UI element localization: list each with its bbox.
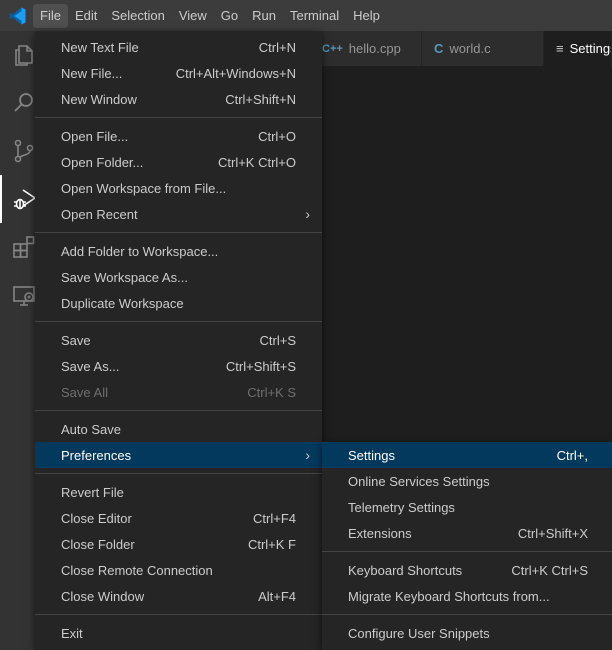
menu-selection[interactable]: Selection bbox=[104, 4, 171, 28]
menu-separator bbox=[35, 117, 322, 118]
tab-settings[interactable]: ≡ Settings bbox=[544, 31, 612, 66]
menu-item-open-folder[interactable]: Open Folder... Ctrl+K Ctrl+O bbox=[35, 149, 322, 175]
menu-item-close-remote-connection[interactable]: Close Remote Connection bbox=[35, 557, 322, 583]
tab-world-c[interactable]: C world.c bbox=[422, 31, 544, 66]
menu-separator bbox=[35, 321, 322, 322]
menu-item-close-window[interactable]: Close Window Alt+F4 bbox=[35, 583, 322, 609]
menu-terminal[interactable]: Terminal bbox=[283, 4, 346, 28]
menu-separator bbox=[35, 410, 322, 411]
menu-go[interactable]: Go bbox=[214, 4, 245, 28]
preferences-submenu: Settings Ctrl+, Online Services Settings… bbox=[322, 442, 612, 650]
settings-file-icon: ≡ bbox=[556, 41, 564, 56]
menu-item-keyboard-shortcuts[interactable]: Keyboard Shortcuts Ctrl+K Ctrl+S bbox=[322, 557, 612, 583]
menu-file[interactable]: File bbox=[33, 4, 68, 28]
tab-label: Settings bbox=[569, 41, 612, 56]
vscode-logo-icon[interactable] bbox=[7, 6, 27, 26]
menu-help[interactable]: Help bbox=[346, 4, 387, 28]
file-menu: New Text File Ctrl+N New File... Ctrl+Al… bbox=[35, 31, 322, 650]
cpp-file-icon: C++ bbox=[322, 42, 343, 55]
menu-item-preferences[interactable]: Preferences › bbox=[35, 442, 322, 468]
menu-item-close-editor[interactable]: Close Editor Ctrl+F4 bbox=[35, 505, 322, 531]
chevron-right-icon: › bbox=[305, 206, 310, 222]
menu-item-open-file[interactable]: Open File... Ctrl+O bbox=[35, 123, 322, 149]
menu-item-duplicate-workspace[interactable]: Duplicate Workspace bbox=[35, 290, 322, 316]
menu-item-online-services-settings[interactable]: Online Services Settings bbox=[322, 468, 612, 494]
menu-item-new-text-file[interactable]: New Text File Ctrl+N bbox=[35, 34, 322, 60]
menu-item-migrate-keyboard-shortcuts[interactable]: Migrate Keyboard Shortcuts from... bbox=[322, 583, 612, 609]
c-file-icon: C bbox=[434, 41, 444, 56]
menu-item-open-workspace[interactable]: Open Workspace from File... bbox=[35, 175, 322, 201]
chevron-right-icon: › bbox=[305, 447, 310, 463]
menu-edit[interactable]: Edit bbox=[68, 4, 104, 28]
menu-item-configure-user-snippets[interactable]: Configure User Snippets bbox=[322, 620, 612, 646]
tab-hello-cpp[interactable]: C++ hello.cpp bbox=[310, 31, 422, 66]
tab-label: world.c bbox=[449, 41, 491, 56]
menu-item-new-file[interactable]: New File... Ctrl+Alt+Windows+N bbox=[35, 60, 322, 86]
menu-item-telemetry-settings[interactable]: Telemetry Settings bbox=[322, 494, 612, 520]
title-bar: File Edit Selection View Go Run Terminal… bbox=[0, 0, 612, 31]
menu-item-settings[interactable]: Settings Ctrl+, bbox=[322, 442, 612, 468]
menu-item-new-window[interactable]: New Window Ctrl+Shift+N bbox=[35, 86, 322, 112]
menu-bar: File Edit Selection View Go Run Terminal… bbox=[33, 4, 387, 28]
menu-item-close-folder[interactable]: Close Folder Ctrl+K F bbox=[35, 531, 322, 557]
menu-item-add-folder[interactable]: Add Folder to Workspace... bbox=[35, 238, 322, 264]
menu-separator bbox=[35, 473, 322, 474]
menu-separator bbox=[322, 614, 612, 615]
menu-item-exit[interactable]: Exit bbox=[35, 620, 322, 646]
menu-item-save[interactable]: Save Ctrl+S bbox=[35, 327, 322, 353]
menu-item-revert-file[interactable]: Revert File bbox=[35, 479, 322, 505]
menu-separator bbox=[322, 551, 612, 552]
menu-item-save-as[interactable]: Save As... Ctrl+Shift+S bbox=[35, 353, 322, 379]
menu-view[interactable]: View bbox=[172, 4, 214, 28]
menu-item-save-all: Save All Ctrl+K S bbox=[61, 384, 296, 400]
menu-separator bbox=[35, 614, 322, 615]
menu-item-auto-save[interactable]: Auto Save bbox=[35, 416, 322, 442]
menu-item-open-recent[interactable]: Open Recent › bbox=[35, 201, 322, 227]
menu-separator bbox=[35, 232, 322, 233]
menu-run[interactable]: Run bbox=[245, 4, 283, 28]
menu-item-extensions[interactable]: Extensions Ctrl+Shift+X bbox=[322, 520, 612, 546]
menu-item-save-workspace-as[interactable]: Save Workspace As... bbox=[35, 264, 322, 290]
tab-label: hello.cpp bbox=[348, 41, 401, 56]
